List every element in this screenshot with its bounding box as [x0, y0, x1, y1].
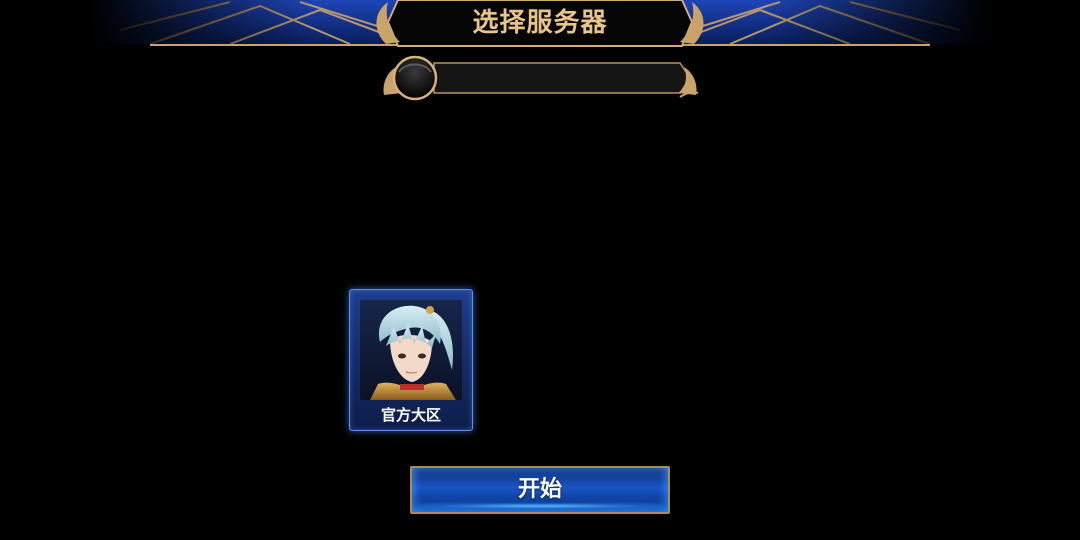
- server-card-label: 官方大区: [380, 406, 441, 424]
- server-card-official[interactable]: 官方大区: [349, 289, 473, 431]
- current-server-name: [450, 64, 675, 92]
- server-status-orb-icon: [392, 55, 438, 101]
- start-button-label: 开始: [517, 477, 562, 502]
- server-select-screen: 选择服务器 官方大区 开始: [0, 0, 1080, 540]
- character-portrait: [360, 300, 462, 400]
- page-title: 选择服务器: [472, 8, 608, 38]
- start-button[interactable]: 开始: [410, 466, 670, 514]
